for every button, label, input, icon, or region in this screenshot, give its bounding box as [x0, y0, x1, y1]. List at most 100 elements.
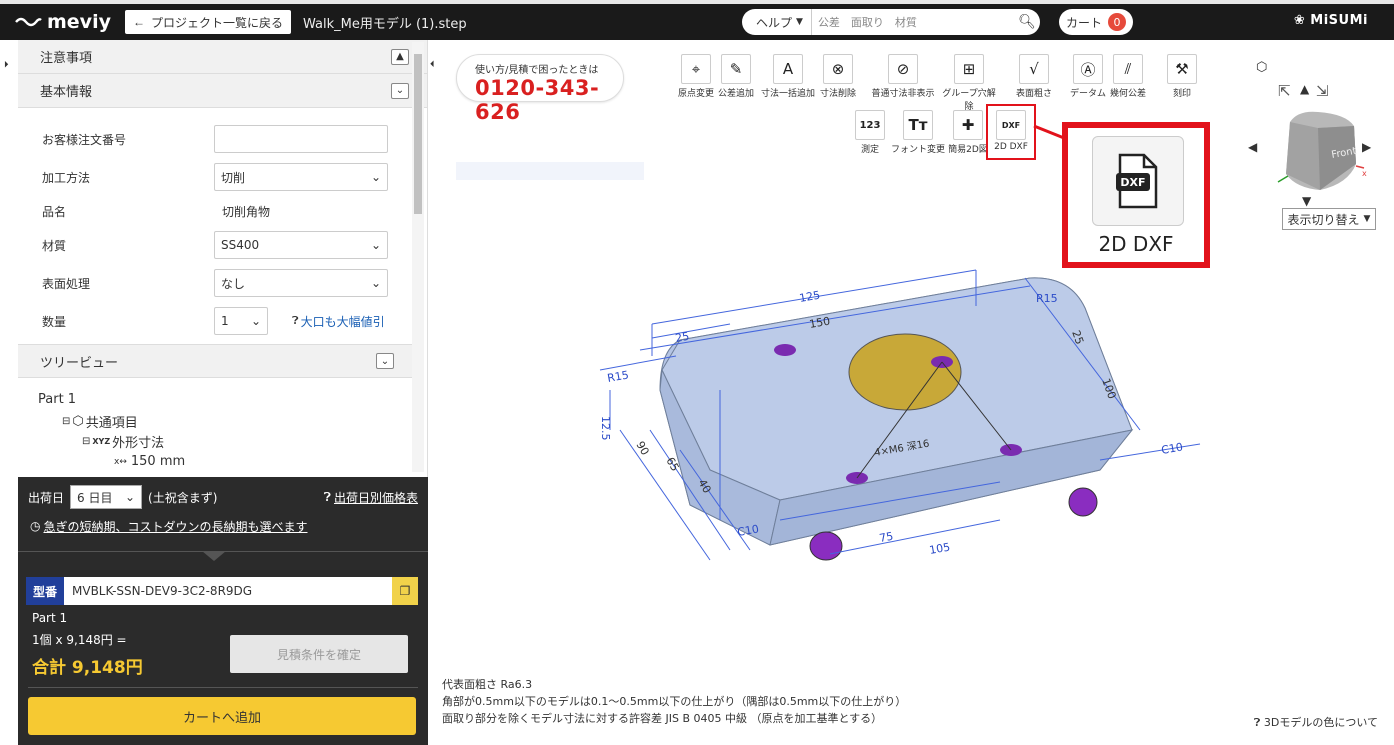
- tree-node-outer-label: 外形寸法: [112, 436, 165, 451]
- top-bar: meviy ← プロジェクト一覧に戻る Walk_Me用モデル (1).step: [0, 0, 1394, 40]
- misumi-logo[interactable]: ❀ MiSUMi: [1294, 13, 1368, 28]
- display-toggle-select[interactable]: 表示切り替え ▼: [1282, 208, 1376, 230]
- cube-icon: ⬡: [72, 414, 84, 429]
- phone-support-banner[interactable]: 使い方/見積で困ったときは 0120-343-626: [456, 54, 624, 124]
- collapse-icon[interactable]: ⊟: [82, 436, 90, 447]
- method-label: 加工方法: [42, 170, 91, 185]
- material-select[interactable]: SS400 ⌄: [214, 231, 388, 259]
- collapse-sidebar-icon[interactable]: ⏴: [430, 60, 435, 70]
- ship-value: 6 日目: [77, 490, 113, 505]
- view-cube[interactable]: Front x: [1268, 104, 1368, 200]
- chevron-down-icon: ▼: [1363, 214, 1371, 224]
- origin-change-tool[interactable]: ⌖ 原点変更: [676, 54, 716, 99]
- dxf-callout-button[interactable]: DXF: [1092, 136, 1184, 226]
- part-number[interactable]: MVBLK-SSN-DEV9-3C2-8R9DG: [64, 584, 392, 598]
- express-link[interactable]: 急ぎの短納期、コストダウンの長納期も選べます: [43, 518, 307, 535]
- rotate-right-icon[interactable]: ⇲: [1316, 82, 1329, 100]
- meviy-logo[interactable]: meviy: [14, 11, 111, 33]
- sidebar-scrollbar[interactable]: [412, 42, 424, 472]
- search-input[interactable]: 公差 面取り 材質: [812, 14, 1014, 30]
- arrow-left-icon[interactable]: ◀: [1248, 140, 1257, 154]
- help-dropdown[interactable]: ヘルプ ▼: [742, 9, 812, 35]
- confirm-quote-button[interactable]: 見積条件を確定: [230, 635, 408, 673]
- chevron-up-icon[interactable]: ▲: [391, 48, 409, 65]
- discount-link[interactable]: 大口も大幅値引: [301, 313, 385, 330]
- measure-icon: 123: [855, 110, 885, 140]
- font-change-tool[interactable]: Tт フォント変更: [890, 110, 946, 155]
- dxf-file-icon: DXF: [996, 110, 1026, 140]
- surface-select[interactable]: なし ⌄: [214, 269, 388, 297]
- surface-row: 表面処理 なし ⌄: [18, 266, 427, 300]
- tree-view-header[interactable]: ツリービュー ⌄: [18, 344, 412, 378]
- engrave-tool[interactable]: ⚒ 刻印: [1162, 54, 1202, 99]
- datum-tool[interactable]: Ⓐ データム: [1068, 54, 1108, 99]
- collapse-left-icon[interactable]: ⏵: [4, 60, 9, 70]
- basic-info-header[interactable]: 基本情報 ⌄: [18, 74, 427, 108]
- add-to-cart-button[interactable]: カートへ追加: [28, 697, 416, 735]
- ship-day-select[interactable]: 6 日目 ⌄: [70, 485, 143, 509]
- 3d-viewport[interactable]: ⏴ 使い方/見積で困ったときは 0120-343-626 ⌖ 原点変更 ✎ 公差追加…: [430, 40, 1394, 745]
- tree-node-common[interactable]: ⊟ ⬡ 共通項目: [62, 412, 138, 431]
- copy-icon[interactable]: ❐: [392, 577, 418, 605]
- quantity-row: 数量 1 ⌄ ❓︎ 大口も大幅値引: [18, 304, 427, 338]
- quantity-label: 数量: [42, 314, 67, 329]
- side-hole: [809, 531, 843, 561]
- search-icon[interactable]: 🔍︎: [1014, 14, 1040, 30]
- datum-icon: Ⓐ: [1073, 54, 1103, 84]
- divider-notch: [202, 551, 226, 561]
- geometric-tolerance-tool[interactable]: ⫽ 幾何公差: [1108, 54, 1148, 99]
- 2d-dxf-tool[interactable]: DXF 2D DXF: [986, 104, 1036, 160]
- simple-2d-tool[interactable]: ✚ 簡易2D図: [946, 110, 990, 155]
- cart-button[interactable]: カート 0: [1059, 9, 1133, 35]
- quantity-select[interactable]: 1 ⌄: [214, 307, 268, 335]
- home-cube-icon[interactable]: ⬡: [1256, 60, 1267, 75]
- chevron-down-icon[interactable]: ⌄: [391, 82, 409, 99]
- tool-label: 普通寸法非表示: [871, 89, 935, 99]
- x-dimension-icon: x↔: [114, 456, 127, 467]
- part-number-box: 型番 MVBLK-SSN-DEV9-3C2-8R9DG ❐: [26, 577, 418, 605]
- dim-label: 25: [674, 330, 690, 345]
- phone-number: 0120-343-626: [475, 76, 600, 124]
- bulk-dimension-tool[interactable]: A 寸法一括追加: [758, 54, 818, 99]
- tree-node-dim[interactable]: x↔ 150 mm: [114, 454, 185, 469]
- scrollbar-thumb[interactable]: [414, 54, 422, 214]
- tolerance-add-tool[interactable]: ✎ 公差追加: [716, 54, 756, 99]
- order-number-row: お客様注文番号: [18, 122, 427, 156]
- chevron-down-icon: ⌄: [370, 170, 381, 184]
- material-row: 材質 SS400 ⌄: [18, 228, 427, 262]
- tool-label: 寸法一括追加: [760, 89, 815, 99]
- measure-tool[interactable]: 123 測定: [850, 110, 890, 155]
- order-number-input[interactable]: [214, 125, 388, 153]
- chevron-down-icon: ⌄: [370, 238, 381, 252]
- pencil-dimension-icon: ✎: [721, 54, 751, 84]
- six-views-icon: ✚: [953, 110, 983, 140]
- back-to-projects-button[interactable]: ← プロジェクト一覧に戻る: [124, 10, 291, 34]
- delete-dimension-tool[interactable]: ⊗ 寸法削除: [818, 54, 858, 99]
- hole-group-icon: ⊞: [954, 54, 984, 84]
- notes-section-header[interactable]: 注意事項 ▲: [18, 40, 427, 74]
- arrow-up-icon[interactable]: ▲: [1300, 82, 1309, 96]
- hide-general-dim-tool[interactable]: ⊘ 普通寸法非表示: [870, 54, 936, 99]
- price-table-link[interactable]: 出荷日別価格表: [334, 489, 418, 506]
- callout-connector: [1033, 124, 1065, 140]
- surface-label: 表面処理: [42, 276, 91, 291]
- tree-node-outer[interactable]: ⊟ XYZ 外形寸法: [82, 432, 164, 451]
- model-color-help-link[interactable]: ❓︎ 3Dモデルの色について: [1254, 714, 1378, 730]
- back-label: プロジェクト一覧に戻る: [150, 15, 283, 30]
- sidebar-collapse-strip: ⏵: [0, 40, 18, 745]
- unit-price: 1個 x 9,148円 =: [32, 633, 127, 647]
- geometric-tolerance-icon: ⫽: [1113, 54, 1143, 84]
- hole: [774, 344, 796, 356]
- collapse-icon[interactable]: ⊟: [62, 416, 70, 427]
- rotate-left-icon[interactable]: ⇱: [1278, 82, 1291, 100]
- help-search-bar: ヘルプ ▼ 公差 面取り 材質 🔍︎: [742, 9, 1040, 35]
- method-row: 加工方法 切削 ⌄: [18, 160, 427, 194]
- surface-roughness-tool[interactable]: √ 表面粗さ: [1014, 54, 1054, 99]
- note-line: 角部が0.5mm以下のモデルは0.1〜0.5mm以下の仕上がり（隅部は0.5mm…: [442, 695, 907, 708]
- chevron-down-icon[interactable]: ⌄: [376, 353, 394, 369]
- tool-label: 測定: [860, 145, 879, 155]
- method-select[interactable]: 切削 ⌄: [214, 163, 388, 191]
- chevron-down-icon: ⌄: [250, 314, 261, 328]
- tree-root[interactable]: Part 1: [38, 392, 76, 407]
- 3d-model-view[interactable]: 125 150 25 R15 12.5 25 100 R15 C10 4×M6 …: [580, 220, 1220, 590]
